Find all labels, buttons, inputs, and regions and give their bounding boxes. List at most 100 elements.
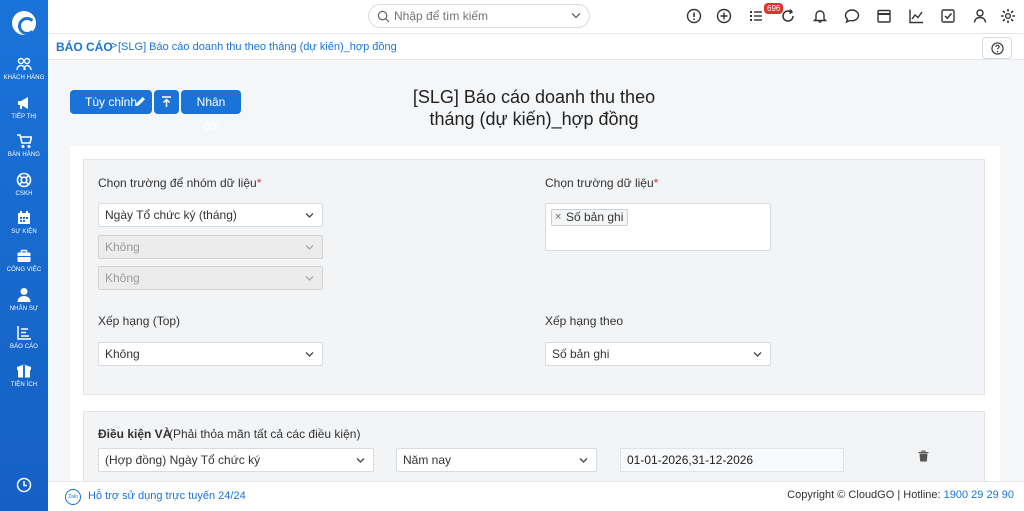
chevron-down-icon [356,458,365,463]
search-input[interactable] [394,8,554,24]
list-icon[interactable] [748,8,764,24]
rank-by-select[interactable]: Số bản ghi [545,342,771,366]
tag-remove-icon[interactable]: × [555,210,561,225]
condition-operator-value: Năm nay [403,453,452,467]
chat-icon[interactable] [844,8,860,24]
sidebar-item-hr[interactable]: NHÂN SỰ [0,287,48,312]
copyright-text: Copyright © CloudGO | Hotline: 1900 29 2… [787,489,1014,501]
cloudgo-logo-icon[interactable] [12,11,36,35]
box-icon [17,364,31,378]
checkbox-icon[interactable] [940,8,956,24]
chart-icon[interactable] [908,8,924,24]
sidebar-item-label: BÁO CÁO [9,344,39,350]
sidebar-item-sales[interactable]: BÁN HÀNG [0,133,48,158]
calendar-icon[interactable] [876,8,892,24]
condition-field-select[interactable]: (Hợp đồng) Ngày Tổ chức ký [98,448,374,472]
sidebar-item-marketing[interactable]: TIẾP THỊ [0,95,48,120]
help-button[interactable] [982,37,1012,59]
condition-field-value: (Hợp đồng) Ngày Tổ chức ký [105,453,261,467]
data-fields-multiselect[interactable]: × Số bản ghi [545,203,771,251]
clock-icon[interactable] [16,477,32,493]
sidebar-item-tasks[interactable]: CÔNG VIỆC [0,248,48,273]
group-field-2-value: Không [105,240,140,254]
briefcase-icon [17,249,31,262]
pin-button[interactable] [154,90,179,114]
pin-top-icon [162,96,171,107]
chevron-down-icon [305,245,314,250]
sidebar-item-label: CÔNG VIỆC [6,267,42,273]
trash-icon[interactable] [918,450,929,462]
report-icon [17,326,31,340]
page-title-line-1: [SLG] Báo cáo doanh thu theo [412,87,656,107]
sidebar-item-customer-care[interactable]: CSKH [0,172,48,197]
data-fields-label: Chọn trường dữ liệu* [545,176,659,190]
breadcrumb-root-link[interactable]: BÁO CÁO [56,40,113,54]
sidebar-item-label: TIỆN ÍCH [10,382,38,388]
customize-button[interactable]: Tùy chỉnh [70,90,152,114]
rank-by-value: Số bản ghi [552,347,610,361]
notification-count-badge: 696 [764,3,784,14]
footer: Zalo Hỗ trợ sử dụng trực tuyến 24/24 Cop… [48,481,1024,511]
group-fields-label: Chọn trường để nhóm dữ liệu* [98,176,262,190]
data-field-tag: × Số bản ghi [551,209,629,226]
duplicate-button-label: Nhân đôi [196,95,226,133]
required-mark: * [653,176,659,190]
conditions-note: (Phải thỏa mãn tất cả các điều kiện) [169,427,361,441]
rank-by-label: Xếp hạng theo [545,314,624,328]
chevron-down-icon [579,458,588,463]
breadcrumb: BÁO CÁO > [SLG] Báo cáo doanh thu theo t… [48,34,1024,60]
gear-icon[interactable] [1000,8,1016,24]
question-icon [991,42,1004,55]
sidebar-item-events[interactable]: SỰ KIỆN [0,210,48,235]
sidebar-item-label: SỰ KIỆN [11,229,37,235]
zalo-icon[interactable]: Zalo [65,489,81,505]
lifebuoy-icon [16,172,32,188]
sidebar-item-reports[interactable]: BÁO CÁO [0,325,48,350]
chevron-down-icon [305,276,314,281]
condition-operator-select[interactable]: Năm nay [396,448,597,472]
megaphone-icon [18,97,28,109]
group-field-3-value: Không [105,271,140,285]
hotline-link[interactable]: 1900 29 29 90 [944,489,1014,501]
sidebar: KHÁCH HÀNG TIẾP THỊ BÁN HÀNG CSKH SỰ KIỆ… [0,0,48,511]
group-field-1-value: Ngày Tổ chức ký (tháng) [105,208,237,222]
user-icon[interactable] [972,8,988,24]
calendar-icon [18,211,30,224]
users-icon [16,57,32,71]
condition-value-input[interactable]: 01-01-2026,31-12-2026 [620,448,844,472]
info-icon[interactable] [686,8,702,24]
data-field-tag-label: Số bản ghi [566,210,624,224]
sidebar-item-label: BÁN HÀNG [7,152,41,158]
breadcrumb-current-page[interactable]: [SLG] Báo cáo doanh thu theo tháng (dự k… [118,41,397,53]
group-field-3-select: Không [98,266,323,290]
breadcrumb-separator: > [111,40,118,52]
cart-icon [17,134,32,148]
bell-icon[interactable] [812,8,828,24]
pencil-icon [135,97,145,107]
sidebar-item-customers[interactable]: KHÁCH HÀNG [0,56,48,81]
chevron-down-icon [753,352,762,357]
group-field-2-select: Không [98,235,323,259]
sidebar-item-label: NHÂN SỰ [9,306,39,312]
conditions-title: Điều kiện VÀ [98,427,172,441]
ranking-top-value: Không [105,347,140,361]
page-title-line-2: tháng (dự kiến)_hợp đồng [429,109,639,129]
sidebar-item-label: KHÁCH HÀNG [3,75,45,81]
add-icon[interactable] [716,8,732,24]
page-title: [SLG] Báo cáo doanh thu theo tháng (dự k… [384,86,684,130]
duplicate-button[interactable]: Nhân đôi [181,90,241,133]
ranking-top-label: Xếp hạng (Top) [98,314,181,328]
chevron-down-icon[interactable] [571,12,581,20]
person-icon [17,288,31,302]
sidebar-item-label: TIẾP THỊ [11,114,37,120]
customize-button-label: Tùy chỉnh [84,95,138,109]
sidebar-item-utilities[interactable]: TIỆN ÍCH [0,363,48,388]
global-search[interactable] [368,4,590,28]
chevron-down-icon [305,352,314,357]
group-field-1-select[interactable]: Ngày Tổ chức ký (tháng) [98,203,323,227]
sidebar-item-label: CSKH [15,191,33,197]
search-icon [377,10,390,23]
ranking-top-select[interactable]: Không [98,342,323,366]
support-link[interactable]: Hỗ trợ sử dụng trực tuyến 24/24 [88,490,246,502]
chevron-down-icon [305,213,314,218]
